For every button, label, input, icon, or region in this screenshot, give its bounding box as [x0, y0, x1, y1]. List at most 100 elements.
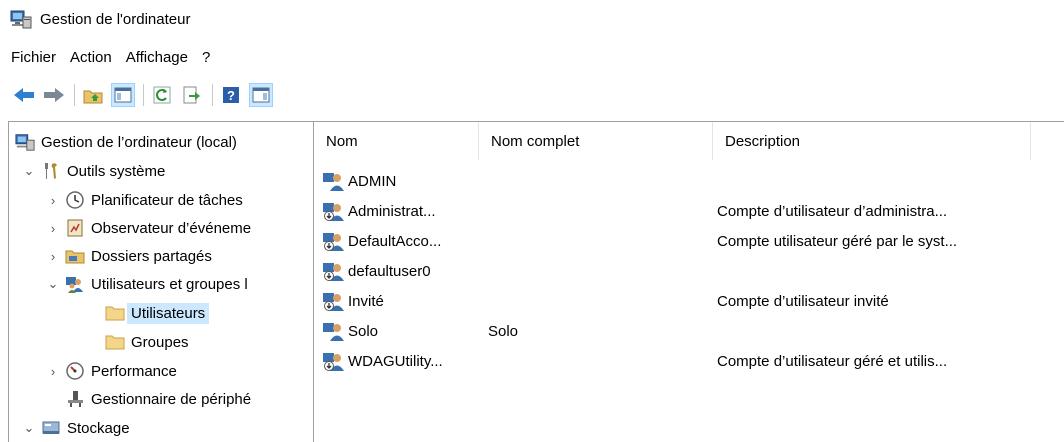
table-row[interactable]: ADMIN: [314, 166, 1064, 196]
up-folder-icon: [83, 90, 103, 104]
title-bar: Gestion de l'ordinateur: [0, 0, 1064, 38]
tree-node-users[interactable]: Utilisateurs: [105, 299, 210, 327]
tree-node-task-scheduler[interactable]: › Planificateur de tâches: [45, 186, 243, 214]
user-name: Invité: [348, 292, 384, 310]
help-icon: ?: [223, 87, 239, 103]
toolbar-separator: [143, 84, 144, 106]
user-name: Solo: [348, 322, 379, 340]
user-name: defaultuser0: [348, 262, 431, 280]
menu-action[interactable]: Action: [63, 49, 119, 66]
user-description: Compte d’utilisateur géré et utilis...: [717, 352, 948, 370]
export-list-icon: [183, 86, 200, 104]
storage-icon: [42, 421, 60, 434]
toolbar-separator: [74, 84, 75, 106]
refresh-button[interactable]: [150, 83, 174, 107]
toolbar-separator: [212, 84, 213, 106]
console-tree: Gestion de l’ordinateur (local) ⌄ Outils…: [8, 122, 314, 442]
tree-node-system-tools[interactable]: ⌄ Outils système: [21, 157, 166, 185]
column-header-name[interactable]: Nom: [314, 122, 479, 160]
chevron-down-icon[interactable]: ⌄: [21, 163, 37, 179]
device-manager-icon: [68, 391, 83, 407]
chevron-right-icon[interactable]: ›: [45, 363, 61, 379]
menu-affichage[interactable]: Affichage: [119, 49, 195, 66]
show-hide-tree-icon: [114, 87, 132, 103]
show-hide-tree-button[interactable]: [111, 83, 135, 107]
tree-label: Groupes: [131, 333, 189, 351]
svg-text:?: ?: [227, 88, 235, 103]
tree-node-performance[interactable]: › Performance: [45, 357, 177, 385]
forward-icon: [44, 88, 64, 102]
column-header-full-name[interactable]: Nom complet: [479, 122, 713, 160]
column-header-row: Nom Nom complet Description: [314, 122, 1064, 160]
disabled-user-icon: [323, 263, 344, 281]
chevron-down-icon[interactable]: ⌄: [21, 420, 37, 436]
disabled-user-icon: [323, 353, 344, 371]
menu-help[interactable]: ?: [195, 49, 217, 66]
column-header-description[interactable]: Description: [713, 122, 1031, 160]
export-list-button[interactable]: [180, 83, 204, 107]
table-row[interactable]: DefaultAcco... Compte utilisateur géré p…: [314, 226, 1064, 256]
tree-label: Outils système: [67, 162, 166, 180]
user-description: Compte d’utilisateur invité: [717, 292, 889, 310]
user-name: ADMIN: [348, 172, 397, 190]
tree-label: Dossiers partagés: [91, 247, 212, 265]
computer-management-icon: [10, 10, 32, 29]
user-name: Administrat...: [348, 202, 436, 220]
users-list: Nom Nom complet Description ADMIN Admini…: [314, 122, 1064, 442]
back-icon: [14, 88, 34, 102]
folder-icon: [105, 335, 125, 350]
user-icon: [323, 323, 344, 341]
users-groups-icon: [66, 277, 83, 293]
user-full-name: Solo: [488, 322, 519, 340]
show-hide-action-pane-button[interactable]: [249, 83, 273, 107]
computer-management-icon: [15, 134, 35, 151]
chevron-right-icon[interactable]: ›: [45, 192, 61, 208]
chevron-right-icon[interactable]: ›: [45, 220, 61, 236]
event-viewer-icon: [67, 219, 83, 237]
tree-node-storage[interactable]: ⌄ Stockage: [21, 414, 130, 442]
refresh-icon: [153, 86, 171, 104]
table-row[interactable]: Invité Compte d’utilisateur invité: [314, 286, 1064, 316]
user-name: WDAGUtility...: [348, 352, 443, 370]
forward-button[interactable]: [42, 83, 66, 107]
disabled-user-icon: [323, 233, 344, 251]
user-icon: [323, 173, 344, 191]
tree-label: Planificateur de tâches: [91, 191, 243, 209]
back-button[interactable]: [12, 83, 36, 107]
tree-label: Performance: [91, 362, 177, 380]
up-folder-button[interactable]: [81, 83, 105, 107]
tree-node-event-viewer[interactable]: › Observateur d’événeme: [45, 214, 251, 242]
help-button[interactable]: ?: [219, 83, 243, 107]
tree-label: Gestion de l’ordinateur (local): [41, 133, 237, 151]
tree-node-root[interactable]: Gestion de l’ordinateur (local): [15, 128, 237, 156]
user-description: Compte d’utilisateur d’administra...: [717, 202, 948, 220]
performance-icon: [66, 362, 84, 380]
chevron-right-icon[interactable]: ›: [45, 248, 61, 264]
tree-label: Stockage: [67, 419, 130, 437]
tree-node-local-users-groups[interactable]: ⌄ Utilisateurs et groupes l: [45, 270, 248, 298]
tree-node-groups[interactable]: Groupes: [105, 328, 189, 356]
clock-icon: [66, 191, 84, 209]
table-row[interactable]: Administrat... Compte d’utilisateur d’ad…: [314, 196, 1064, 226]
main-panes: Gestion de l’ordinateur (local) ⌄ Outils…: [8, 121, 1064, 442]
tree-label: Gestionnaire de périphé: [91, 390, 252, 408]
tree-node-device-manager[interactable]: Gestionnaire de périphé: [65, 385, 251, 413]
tree-label: Utilisateurs et groupes l: [91, 275, 248, 293]
window-title: Gestion de l'ordinateur: [40, 10, 191, 28]
tree-node-shared-folders[interactable]: › Dossiers partagés: [45, 242, 212, 270]
table-row[interactable]: WDAGUtility... Compte d’utilisateur géré…: [314, 346, 1064, 376]
disabled-user-icon: [323, 203, 344, 221]
tree-label: Observateur d’événeme: [91, 219, 252, 237]
tree-label: Utilisateurs: [127, 302, 210, 324]
toolbar: ?: [0, 78, 279, 112]
tools-icon: [45, 163, 57, 179]
shared-folder-icon: [65, 250, 85, 264]
user-description: Compte utilisateur géré par le syst...: [717, 232, 958, 250]
table-row[interactable]: Solo Solo: [314, 316, 1064, 346]
menu-bar: Fichier Action Affichage ?: [0, 44, 217, 70]
show-hide-action-pane-icon: [252, 87, 270, 103]
chevron-down-icon[interactable]: ⌄: [45, 276, 61, 292]
table-row[interactable]: defaultuser0: [314, 256, 1064, 286]
user-name: DefaultAcco...: [348, 232, 442, 250]
menu-fichier[interactable]: Fichier: [0, 49, 63, 66]
